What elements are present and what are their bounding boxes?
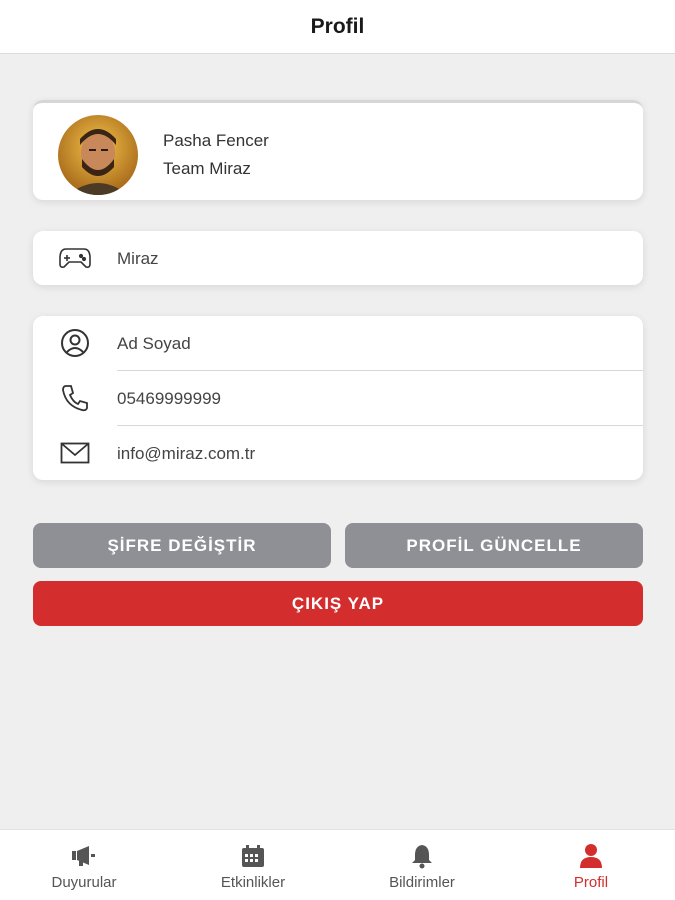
change-password-button[interactable]: ŞİFRE DEĞİŞTİR [33, 523, 331, 568]
profile-card: Pasha Fencer Team Miraz [33, 100, 643, 200]
contact-info-card: Ad Soyad 05469999999 info@miraz.com.tr [33, 316, 643, 480]
logout-button[interactable]: ÇIKIŞ YAP [33, 581, 643, 626]
tab-label: Profil [573, 874, 609, 891]
phone-icon [58, 381, 92, 415]
tab-etkinlikler[interactable]: Etkinlikler [169, 830, 337, 900]
user-circle-icon [58, 326, 92, 360]
profile-team: Team Miraz [163, 159, 251, 178]
gamepad-icon [58, 241, 92, 275]
update-profile-button[interactable]: PROFİL GÜNCELLE [345, 523, 643, 568]
tab-profil[interactable]: Profil [507, 830, 675, 900]
phone-field[interactable]: 05469999999 [117, 389, 221, 409]
tab-label: Bildirimler [389, 874, 455, 891]
tab-label: Etkinlikler [220, 874, 286, 891]
divider [117, 425, 643, 426]
tab-label: Duyurular [51, 874, 117, 891]
team-value: Miraz [117, 249, 159, 268]
top-bar: Profil [0, 0, 675, 54]
page-title: Profil [310, 14, 365, 38]
megaphone-icon [70, 842, 98, 870]
bell-icon [408, 842, 436, 870]
calendar-icon [239, 842, 267, 870]
email-field[interactable]: info@miraz.com.tr [117, 444, 255, 464]
profile-name: Pasha Fencer [163, 131, 269, 150]
user-icon [577, 842, 605, 870]
mail-icon [58, 436, 92, 470]
divider [117, 370, 643, 371]
bottom-tab-bar: Duyurular Etkinlikler Bildirimler Profil [0, 829, 675, 900]
fullname-field[interactable]: Ad Soyad [117, 334, 191, 354]
team-field[interactable]: Miraz [33, 231, 643, 285]
tab-bildirimler[interactable]: Bildirimler [338, 830, 506, 900]
avatar [58, 115, 138, 195]
tab-duyurular[interactable]: Duyurular [0, 830, 168, 900]
